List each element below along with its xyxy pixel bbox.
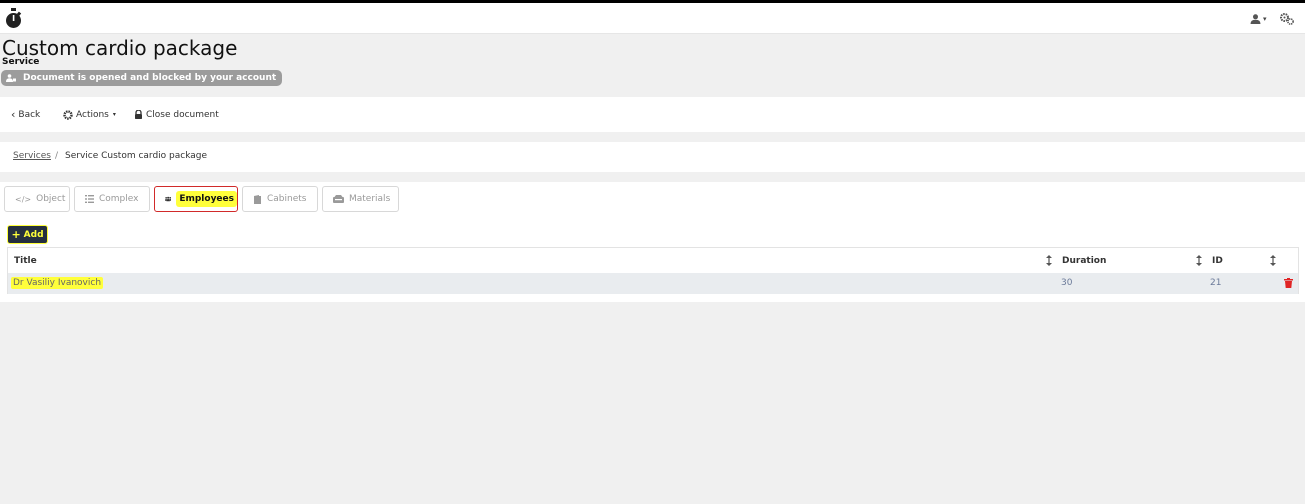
- employee-name-link[interactable]: Dr Vasiliy Ivanovich: [11, 277, 104, 289]
- column-header-duration[interactable]: Duration: [1062, 256, 1106, 266]
- actions-label: Actions: [76, 109, 109, 120]
- sort-icon[interactable]: [1045, 255, 1053, 266]
- code-icon: </>: [15, 194, 32, 204]
- tab-complex[interactable]: Complex: [74, 186, 150, 212]
- tab-object[interactable]: </> Object: [4, 186, 70, 212]
- duration-cell: 30: [1061, 278, 1073, 288]
- user-icon: [1250, 14, 1261, 24]
- chevron-down-icon: ▾: [112, 111, 116, 118]
- user-lock-icon: [6, 74, 16, 82]
- tab-label: Employees: [176, 191, 237, 207]
- table-row[interactable]: Dr Vasiliy Ivanovich 30 21: [8, 273, 1298, 294]
- top-navbar: ▾: [0, 3, 1305, 34]
- user-menu[interactable]: ▾: [1250, 12, 1267, 26]
- tab-employees[interactable]: Employees: [154, 186, 238, 212]
- back-button[interactable]: ‹ Back: [11, 108, 40, 121]
- add-button[interactable]: + Add: [7, 225, 48, 244]
- box-icon: [333, 195, 344, 203]
- chevron-left-icon: ‹: [11, 108, 16, 121]
- tab-label: Complex: [99, 194, 139, 204]
- sort-icon[interactable]: [1195, 255, 1203, 266]
- status-badge-text: Document is opened and blocked by your a…: [23, 73, 277, 83]
- trash-icon[interactable]: [1284, 278, 1293, 288]
- list-icon: [85, 195, 94, 203]
- employees-table: Title Duration ID Dr Vasiliy Ivanovich 3…: [7, 247, 1299, 294]
- lock-icon: [135, 110, 142, 119]
- door-icon: [254, 194, 261, 204]
- id-cell: 21: [1210, 278, 1222, 288]
- sort-icon[interactable]: [1269, 255, 1277, 266]
- gear-icon: [63, 109, 73, 120]
- users-icon: [165, 196, 172, 202]
- tab-materials[interactable]: Materials: [322, 186, 399, 212]
- content-card: </> Object Complex Employees Cabinets Ma…: [0, 182, 1305, 302]
- close-document-button[interactable]: Close document: [134, 108, 219, 121]
- plus-icon: +: [11, 228, 21, 241]
- toolbar: ‹ Back Actions ▾ Close document: [0, 97, 1305, 132]
- breadcrumb-current: Service Custom cardio package: [65, 151, 208, 161]
- breadcrumb: Services / Service Custom cardio package: [0, 142, 1305, 172]
- close-document-label: Close document: [146, 109, 219, 120]
- tab-label: Cabinets: [267, 194, 307, 204]
- chevron-down-icon: ▾: [1263, 15, 1267, 23]
- column-header-title[interactable]: Title: [14, 256, 37, 266]
- actions-dropdown[interactable]: Actions ▾: [63, 108, 116, 121]
- column-header-id[interactable]: ID: [1212, 256, 1223, 266]
- breadcrumb-link-services[interactable]: Services: [13, 151, 51, 161]
- tab-label: Object: [36, 194, 66, 204]
- stopwatch-icon[interactable]: [5, 8, 22, 29]
- add-button-label: Add: [23, 229, 44, 240]
- gears-icon[interactable]: [1280, 13, 1294, 25]
- status-badge: Document is opened and blocked by your a…: [1, 70, 283, 86]
- back-label: Back: [18, 109, 41, 120]
- tab-cabinets[interactable]: Cabinets: [242, 186, 318, 212]
- page-subtitle: Service: [2, 57, 40, 67]
- breadcrumb-separator: /: [55, 151, 59, 161]
- tab-label: Materials: [349, 194, 391, 204]
